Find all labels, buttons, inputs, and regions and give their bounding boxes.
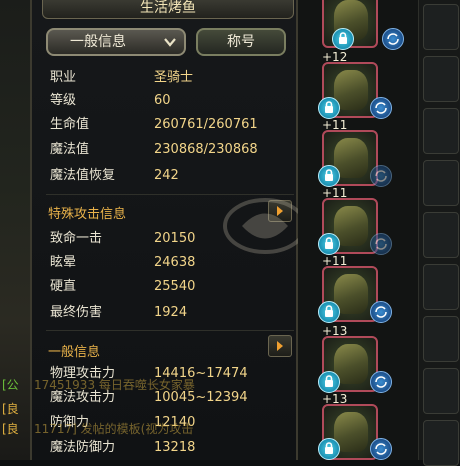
stat-value: 13218 <box>154 440 196 455</box>
enhance-level: +13 <box>322 392 348 406</box>
empty-slot[interactable] <box>423 212 459 258</box>
stat-value: 圣骑士 <box>154 70 194 85</box>
lock-icon[interactable] <box>318 233 340 255</box>
stat-value: 260761/260761 <box>154 117 258 132</box>
chat-overlay-text: 11717] 发帖的模板(视为攻击 <box>34 422 194 436</box>
panel-title: 生活烤鱼 <box>42 0 294 19</box>
equipment-column: +12 +11 +11 +11 +13 +13 <box>298 0 418 460</box>
site-watermark-logo <box>223 198 307 254</box>
empty-slot[interactable] <box>423 264 459 310</box>
enhance-level: +11 <box>322 254 348 268</box>
swap-icon[interactable] <box>370 97 392 119</box>
chat-line: [良 <box>2 402 19 416</box>
secondary-slot-column <box>418 0 460 466</box>
lock-icon[interactable] <box>332 28 354 50</box>
general-info-expand-button[interactable] <box>268 335 292 357</box>
chat-line: [公 <box>2 378 19 392</box>
general-info-header: 一般信息 <box>48 345 101 360</box>
empty-slot[interactable] <box>423 368 459 414</box>
empty-slot[interactable] <box>423 160 459 206</box>
lock-icon[interactable] <box>318 97 340 119</box>
info-category-dropdown[interactable]: 一般信息 <box>46 28 186 56</box>
enhance-level: +12 <box>322 50 348 64</box>
section-divider <box>46 330 294 331</box>
game-scene-background: [公 [良 [良 <box>0 0 30 460</box>
dropdown-label: 一般信息 <box>70 34 126 50</box>
special-attack-header: 特殊攻击信息 <box>48 207 127 222</box>
lock-icon[interactable] <box>318 301 340 323</box>
stat-label: 魔法值 <box>50 142 90 157</box>
stat-value: 230868/230868 <box>154 142 258 157</box>
empty-slot[interactable] <box>423 4 459 50</box>
stat-label: 硬直 <box>50 279 77 294</box>
stat-label: 等级 <box>50 93 77 108</box>
swap-icon[interactable] <box>370 233 392 255</box>
stat-value: 60 <box>154 93 171 108</box>
enhance-level: +13 <box>322 324 348 338</box>
empty-slot[interactable] <box>423 420 459 466</box>
chat-overlay-text: 17451933 每日吞噬长女家暴 <box>34 378 195 392</box>
stat-label: 最终伤害 <box>50 305 103 320</box>
stat-label: 魔法防御力 <box>50 440 116 455</box>
enhance-level: +11 <box>322 186 348 200</box>
empty-slot[interactable] <box>423 56 459 102</box>
arrow-right-icon <box>277 341 283 351</box>
empty-slot[interactable] <box>423 316 459 362</box>
enhance-level: +11 <box>322 118 348 132</box>
chevron-down-icon <box>164 38 176 47</box>
stat-value: 25540 <box>154 279 196 294</box>
stat-label: 职业 <box>50 70 77 85</box>
section-divider <box>46 194 294 195</box>
lock-icon[interactable] <box>318 371 340 393</box>
swap-icon[interactable] <box>370 165 392 187</box>
stat-value: 20150 <box>154 231 196 246</box>
title-tab-button[interactable]: 称号 <box>196 28 286 56</box>
stat-value: 1924 <box>154 305 188 320</box>
lock-icon[interactable] <box>318 438 340 460</box>
stat-label: 致命一击 <box>50 231 103 246</box>
swap-icon[interactable] <box>370 438 392 460</box>
swap-icon[interactable] <box>370 301 392 323</box>
chat-line: [良 <box>2 422 19 436</box>
lock-icon[interactable] <box>318 165 340 187</box>
stat-value: 242 <box>154 168 179 183</box>
stat-label: 生命值 <box>50 117 90 132</box>
stat-label: 眩晕 <box>50 255 77 270</box>
empty-slot[interactable] <box>423 108 459 154</box>
stat-label: 魔法值恢复 <box>50 168 116 183</box>
swap-icon[interactable] <box>382 28 404 50</box>
stat-value: 24638 <box>154 255 196 270</box>
swap-icon[interactable] <box>370 371 392 393</box>
